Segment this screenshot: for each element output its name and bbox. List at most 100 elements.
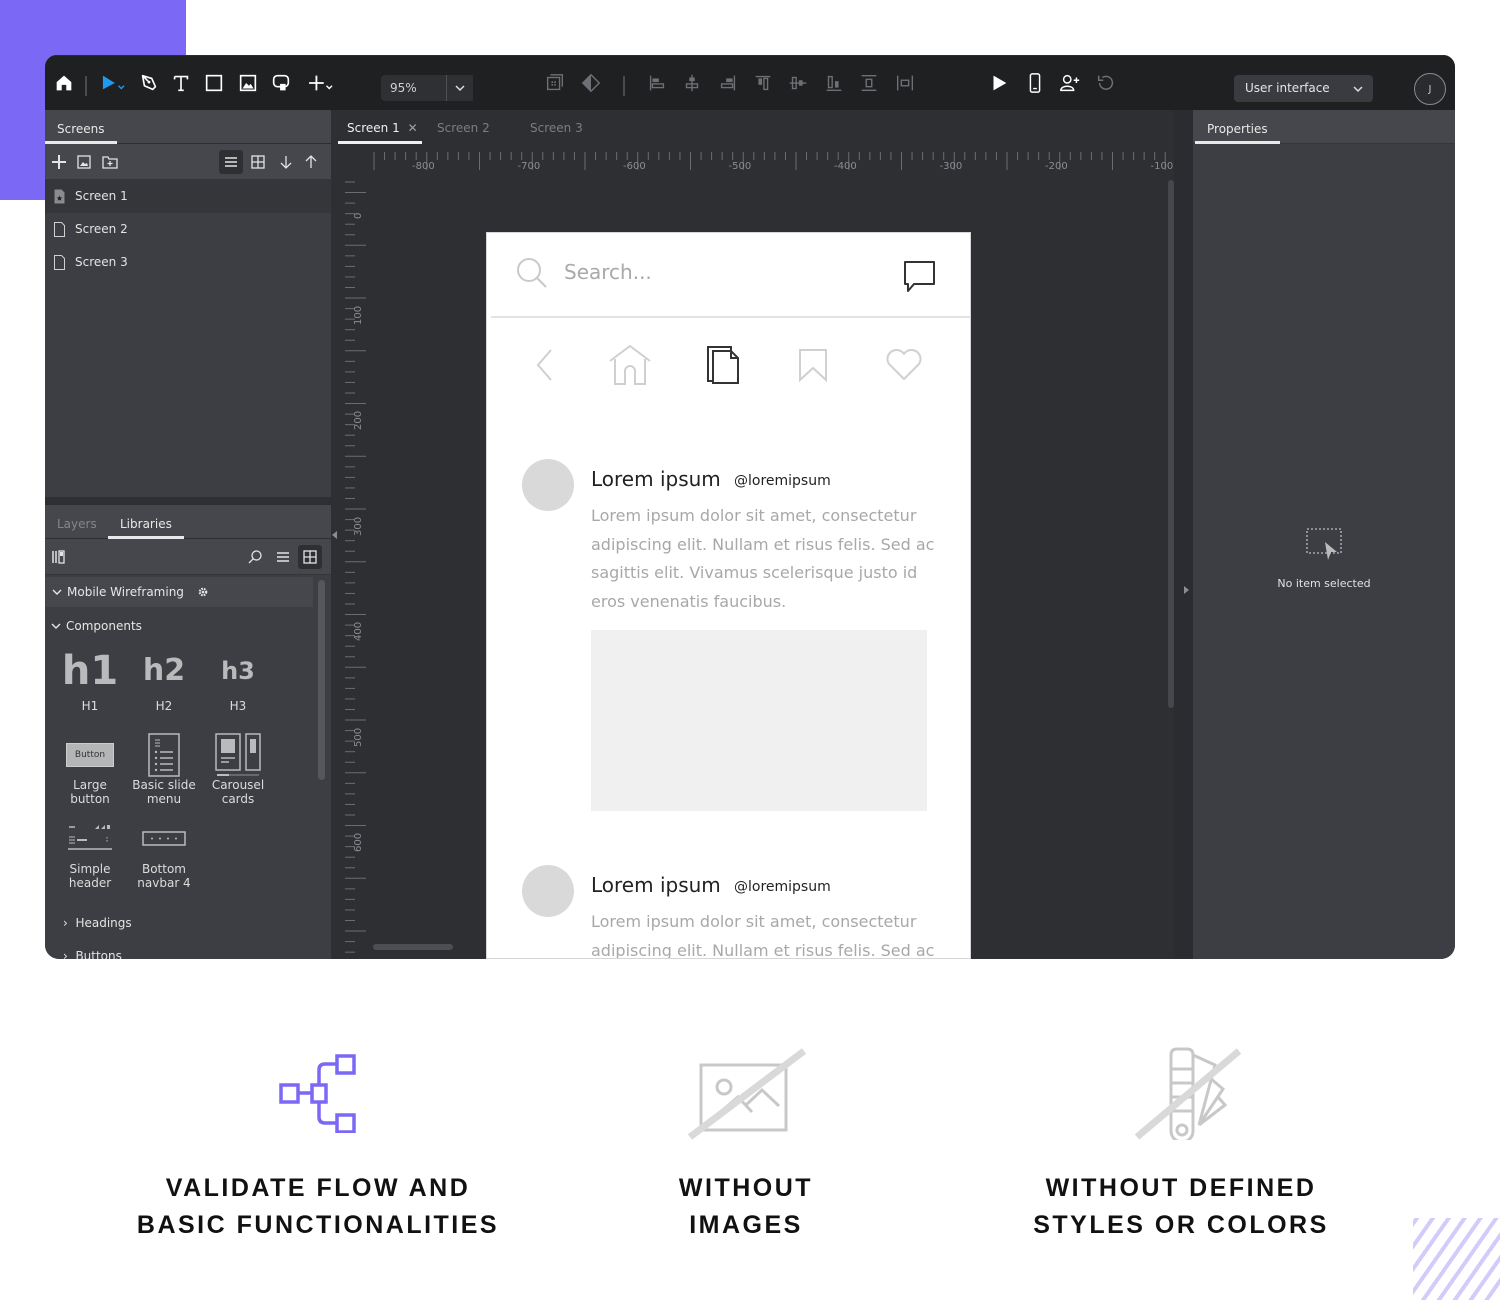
move-up-button[interactable]: [300, 151, 322, 173]
align-right-button[interactable]: [714, 69, 742, 97]
component-label: Basic slide: [132, 778, 196, 792]
move-down-button[interactable]: [275, 151, 297, 173]
add-folder-button[interactable]: [99, 151, 121, 173]
libraries-scrollbar[interactable]: [318, 580, 325, 780]
library-books-icon: [52, 550, 65, 564]
home-button[interactable]: [50, 69, 78, 97]
canvas-tab-screen-1[interactable]: Screen 1 ✕: [338, 110, 422, 144]
tab-properties[interactable]: Properties: [1195, 110, 1280, 144]
screens-tabbar: Screens: [45, 110, 331, 144]
pen-tool-button[interactable]: [135, 69, 163, 97]
screen-list-item[interactable]: Screen 3: [45, 246, 331, 279]
add-element-button[interactable]: [303, 69, 339, 97]
component-h3[interactable]: h3 H3: [203, 648, 273, 713]
component-carousel-cards[interactable]: Carousel cards: [203, 732, 273, 806]
play-preview-button[interactable]: [985, 69, 1013, 97]
add-image-screen-button[interactable]: [73, 151, 95, 173]
component-label: header: [68, 876, 112, 890]
component-h2[interactable]: h2 H2: [129, 648, 199, 714]
component-large-button[interactable]: Button Large button: [55, 732, 125, 806]
text-tool-button[interactable]: [167, 69, 195, 97]
favorite-nav-button[interactable]: [882, 343, 926, 387]
heart-icon: [886, 349, 922, 380]
component-label: H3: [229, 699, 247, 713]
grid-view-button[interactable]: [247, 151, 269, 173]
image-tool-button[interactable]: [234, 69, 262, 97]
ruler-label: -300: [939, 161, 963, 172]
back-nav-button[interactable]: [523, 343, 567, 387]
hotspot-tool-button[interactable]: [267, 69, 295, 97]
collapse-left-arrow-icon[interactable]: [332, 531, 337, 539]
component-label: H2: [155, 699, 173, 713]
component-button[interactable]: [541, 69, 569, 97]
component-simple-header[interactable]: Simple header: [55, 816, 125, 890]
mask-button[interactable]: [577, 69, 605, 97]
component-label: Large: [73, 778, 107, 792]
component-basic-slide-menu[interactable]: Basic slide menu: [129, 732, 199, 806]
bookmark-nav-button[interactable]: [791, 343, 835, 387]
library-list-view-button[interactable]: [272, 546, 294, 568]
canvas-tab-screen-2[interactable]: Screen 2: [437, 110, 490, 144]
category-headings[interactable]: › Headings: [63, 916, 132, 930]
component-label: Bottom: [141, 862, 186, 876]
align-center-button[interactable]: [678, 69, 706, 97]
right-panel-collapse-strip[interactable]: [1174, 110, 1193, 959]
image-screen-icon: [77, 155, 91, 169]
component-label: Carousel: [211, 778, 265, 792]
share-user-button[interactable]: [1056, 69, 1084, 97]
library-header[interactable]: Mobile Wireframing: [45, 577, 313, 607]
image-icon: [239, 74, 257, 92]
expand-right-arrow-icon[interactable]: [1184, 586, 1189, 594]
pages-nav-button[interactable]: [702, 343, 746, 387]
tab-screens[interactable]: Screens: [45, 110, 116, 144]
device-preview-button[interactable]: [1021, 69, 1049, 97]
screen-list-item[interactable]: Screen 1: [45, 180, 331, 213]
home-nav-button[interactable]: [608, 343, 652, 387]
toolbar-divider: [85, 76, 87, 96]
distribute-horizontal-button[interactable]: [891, 69, 919, 97]
h3-glyph: h3: [221, 657, 255, 685]
ruler-label: 0: [353, 212, 364, 219]
history-button[interactable]: [1092, 69, 1120, 97]
user-avatar[interactable]: J: [1414, 73, 1446, 105]
add-screen-button[interactable]: [48, 151, 70, 173]
mode-select[interactable]: User interface: [1234, 75, 1373, 102]
components-section-header[interactable]: Components: [51, 619, 142, 633]
component-bottom-navbar-4[interactable]: Bottom navbar 4: [129, 816, 199, 890]
mobile-screen-mockup[interactable]: Search... Lorem ipsum @loremipsum Lorem …: [486, 232, 971, 959]
category-buttons[interactable]: › Buttons: [63, 949, 122, 959]
rectangle-tool-button[interactable]: [200, 69, 228, 97]
align-middle-button[interactable]: [784, 69, 812, 97]
mobile-device-icon: [1029, 73, 1041, 93]
mode-select-value: User interface: [1245, 81, 1330, 95]
close-icon[interactable]: ✕: [408, 110, 418, 146]
align-bottom-button[interactable]: [820, 69, 848, 97]
component-icon: [546, 74, 564, 91]
search-library-button[interactable]: [244, 546, 266, 568]
component-h1[interactable]: h1 H1: [55, 648, 125, 713]
post-body-text: Lorem ipsum dolor sit amet, consectetur …: [591, 912, 935, 959]
canvas-horizontal-scrollbar[interactable]: [373, 944, 453, 950]
search-field[interactable]: Search...: [564, 260, 652, 284]
ruler-label: 200: [353, 410, 364, 430]
tab-libraries[interactable]: Libraries: [108, 505, 184, 539]
align-left-button[interactable]: [643, 69, 671, 97]
tab-layers[interactable]: Layers: [57, 505, 97, 539]
post-avatar: [522, 459, 574, 511]
distribute-vertical-button[interactable]: [855, 69, 883, 97]
select-tool-button[interactable]: [95, 69, 131, 97]
feature-without-images: WITHOUT IMAGES: [516, 1045, 976, 1244]
align-top-button[interactable]: [749, 69, 777, 97]
library-grid-view-button[interactable]: [298, 545, 322, 569]
library-manager-button[interactable]: [48, 546, 70, 568]
canvas-tab-screen-3[interactable]: Screen 3: [530, 110, 583, 144]
list-view-button[interactable]: [219, 150, 243, 174]
panel-divider[interactable]: [45, 497, 331, 505]
gear-icon[interactable]: [197, 586, 209, 598]
ruler-label: -600: [623, 161, 646, 172]
zoom-dropdown-button[interactable]: [446, 75, 473, 101]
plus-icon: [52, 155, 66, 169]
screen-list-item[interactable]: Screen 2: [45, 213, 331, 246]
folder-plus-icon: [102, 156, 118, 169]
post-author-handle: @loremipsum: [734, 879, 831, 895]
